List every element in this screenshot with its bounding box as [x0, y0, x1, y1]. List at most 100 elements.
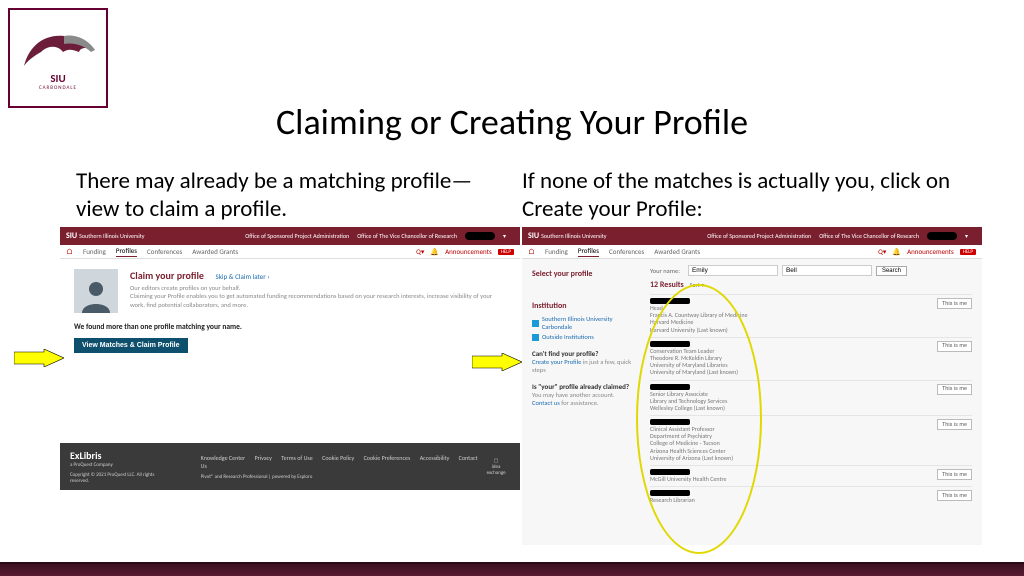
- bell-icon[interactable]: 🔔: [892, 247, 901, 256]
- app-brand-sub: Southern Illinois University: [541, 232, 606, 240]
- home-icon[interactable]: ⌂: [528, 247, 535, 257]
- this-is-me-button[interactable]: This is me: [937, 384, 972, 395]
- contact-tail: for assistance.: [560, 399, 599, 407]
- nav-funding[interactable]: Funding: [83, 247, 106, 256]
- top-link-1[interactable]: Office of Sponsored Project Administrati…: [245, 232, 349, 240]
- footer-link[interactable]: Knowledge Center: [201, 454, 246, 462]
- search-icon[interactable]: Q▾: [878, 247, 886, 256]
- result-line: McGill University Health Centre: [650, 476, 937, 483]
- result-line: University of Maryland (Last known): [650, 369, 937, 376]
- result-row: Research LibrarianThis is me: [650, 486, 972, 507]
- yellow-arrow-right: [472, 353, 522, 371]
- app-navbar: ⌂ Funding Profiles Conferences Awarded G…: [60, 245, 520, 259]
- result-info: Senior Library AssociateLibrary and Tech…: [650, 384, 937, 413]
- checkbox-icon: [532, 334, 539, 341]
- app-brand-sub: Southern Illinois University: [79, 232, 144, 240]
- saluki-icon: [19, 26, 97, 74]
- result-row: Clinical Assistant ProfessorDepartment o…: [650, 415, 972, 465]
- select-profile-heading: Select your profile: [532, 269, 642, 279]
- top-link-2[interactable]: Office of The Vice Chancellor of Researc…: [357, 232, 457, 240]
- idea-exchange[interactable]: idea exchange: [482, 464, 510, 476]
- nav-profiles[interactable]: Profiles: [116, 246, 137, 257]
- help-badge[interactable]: HELP: [498, 249, 514, 255]
- result-info: Clinical Assistant ProfessorDepartment o…: [650, 419, 937, 462]
- announcements-link[interactable]: Announcements: [445, 247, 492, 256]
- your-name-label: Your name:: [650, 267, 680, 275]
- result-line: Wellesley College (Last known): [650, 405, 937, 412]
- footer-link[interactable]: Privacy: [255, 454, 272, 462]
- found-more-text: We found more than one profile matching …: [74, 323, 506, 332]
- already-claimed-text: You may have another account.: [532, 391, 642, 399]
- search-icon[interactable]: Q▾: [416, 247, 424, 256]
- redacted-user: [465, 232, 495, 240]
- result-line: Research Librarian: [650, 497, 937, 504]
- last-name-input[interactable]: [782, 265, 872, 276]
- name-search-row: Your name: Search: [650, 265, 972, 276]
- result-line: Harvard University (Last known): [650, 327, 937, 334]
- result-info: McGill University Health Centre: [650, 469, 937, 483]
- redacted-user: [927, 232, 957, 240]
- view-matches-button[interactable]: View Matches & Claim Profile: [74, 338, 188, 353]
- redacted-name: [650, 341, 690, 347]
- this-is-me-button[interactable]: This is me: [937, 341, 972, 352]
- logo-text: SIU: [50, 72, 65, 85]
- nav-conferences[interactable]: Conferences: [609, 247, 644, 256]
- result-info: Research Librarian: [650, 490, 937, 504]
- this-is-me-button[interactable]: This is me: [937, 469, 972, 480]
- app-footer: ExLibris a ProQuest Company Copyright © …: [60, 443, 520, 490]
- this-is-me-button[interactable]: This is me: [937, 298, 972, 309]
- right-caption: If none of the matches is actually you, …: [522, 168, 962, 223]
- bell-icon[interactable]: 🔔: [430, 247, 439, 256]
- institution-checkbox-2[interactable]: Outside Institutions: [532, 333, 642, 341]
- footer-link[interactable]: Cookie Policy: [322, 454, 354, 462]
- exlibris-sub: a ProQuest Company: [70, 462, 171, 468]
- result-row: Conservation Team LeaderTheodore R. McKe…: [650, 337, 972, 380]
- footer-link[interactable]: Cookie Preferences: [364, 454, 411, 462]
- nav-awarded-grants[interactable]: Awarded Grants: [654, 247, 700, 256]
- caret-down-icon[interactable]: ▾: [965, 232, 968, 240]
- nav-profiles[interactable]: Profiles: [578, 246, 599, 257]
- nav-conferences[interactable]: Conferences: [147, 247, 182, 256]
- home-icon[interactable]: ⌂: [66, 247, 73, 257]
- institution-heading: Institution: [532, 301, 642, 311]
- search-button[interactable]: Search: [876, 266, 907, 276]
- results-list: HeadFrancis A. Countway Library of Medic…: [650, 294, 972, 507]
- this-is-me-button[interactable]: This is me: [937, 419, 972, 430]
- app-brand: SIU: [528, 231, 539, 241]
- nav-awarded-grants[interactable]: Awarded Grants: [192, 247, 238, 256]
- app-topbar: SIU Southern Illinois University Office …: [60, 227, 520, 245]
- result-info: HeadFrancis A. Countway Library of Medic…: [650, 298, 937, 334]
- footer-link[interactable]: Accessibility: [420, 454, 450, 462]
- slide-title: Claiming or Creating Your Profile: [0, 100, 1024, 144]
- left-caption: There may already be a matching profile—…: [76, 168, 476, 223]
- skip-claim-link[interactable]: Skip & Claim later ›: [216, 272, 270, 281]
- checkbox-icon: [532, 320, 539, 327]
- top-link-2[interactable]: Office of The Vice Chancellor of Researc…: [819, 232, 919, 240]
- institution-checkbox-1[interactable]: Southern Illinois University Carbondale: [532, 315, 642, 331]
- slide-bottom-bar: [0, 562, 1024, 576]
- result-row: McGill University Health CentreThis is m…: [650, 465, 972, 486]
- caret-down-icon[interactable]: ▾: [503, 232, 506, 240]
- first-name-input[interactable]: [688, 265, 778, 276]
- already-claimed-heading: Is "your" profile already claimed?: [532, 382, 642, 391]
- redacted-name: [650, 384, 690, 390]
- top-link-1[interactable]: Office of Sponsored Project Administrati…: [707, 232, 811, 240]
- result-line: Francis A. Countway Library of Medicine: [650, 312, 937, 319]
- help-badge[interactable]: HELP: [960, 249, 976, 255]
- logo-subtext: CARBONDALE: [39, 85, 77, 91]
- contact-us-link[interactable]: Contact us: [532, 399, 560, 407]
- screenshot-select-profile: SIU Southern Illinois University Office …: [522, 227, 982, 547]
- footer-link[interactable]: Terms of Use: [281, 454, 313, 462]
- result-line: University of Arizona (Last known): [650, 455, 937, 462]
- app-topbar: SIU Southern Illinois University Office …: [522, 227, 982, 245]
- copyright: Copyright © 2021 ProQuest LLC. All right…: [70, 472, 171, 484]
- claim-text-1: Our editors create profiles on your beha…: [130, 284, 506, 292]
- sort-dropdown[interactable]: Sort ▾: [690, 281, 704, 289]
- result-row: Senior Library AssociateLibrary and Tech…: [650, 380, 972, 416]
- powered-by: Pivot® and Research Professional | power…: [201, 474, 483, 480]
- nav-funding[interactable]: Funding: [545, 247, 568, 256]
- announcements-link[interactable]: Announcements: [907, 247, 954, 256]
- create-profile-link[interactable]: Create your Profile: [532, 358, 581, 366]
- result-row: HeadFrancis A. Countway Library of Medic…: [650, 294, 972, 337]
- this-is-me-button[interactable]: This is me: [937, 490, 972, 501]
